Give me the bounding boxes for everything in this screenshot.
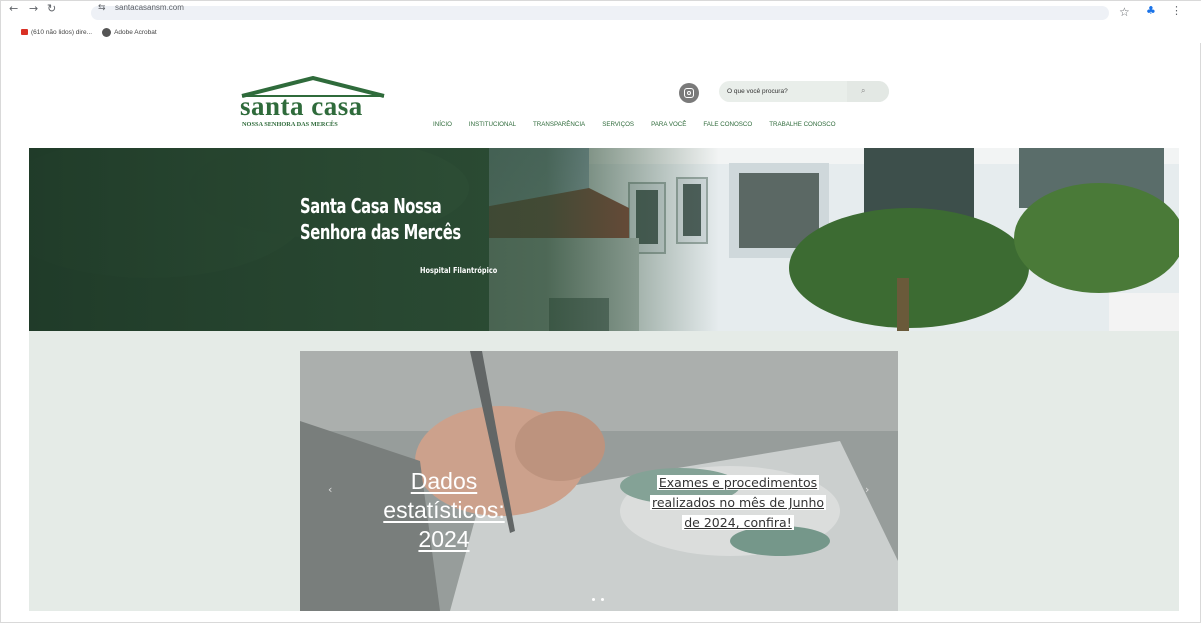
url-text[interactable]: santacasansm.com xyxy=(115,3,184,12)
logo-main-text: santa casa xyxy=(240,91,363,121)
back-button[interactable]: ← xyxy=(9,2,18,15)
slider-prev-arrow[interactable]: ‹ xyxy=(328,483,332,496)
content-section: ‹ › Dados estatísticos: 2024 Exames e pr… xyxy=(29,331,1179,611)
reload-button[interactable]: ↻ xyxy=(47,2,56,15)
slider-next-arrow[interactable]: › xyxy=(865,483,869,496)
bookmark-label: (610 não lidos) dire... xyxy=(31,28,93,36)
nav-item-inicio[interactable]: INÍCIO xyxy=(433,121,452,128)
extension-icon[interactable]: ♣ xyxy=(1146,4,1156,17)
browser-menu-icon[interactable]: ⋮ xyxy=(1171,4,1182,17)
search-icon: ⌕ xyxy=(861,86,866,95)
instagram-icon[interactable] xyxy=(679,83,699,103)
slider-dot[interactable] xyxy=(601,598,604,601)
news-slider: ‹ › Dados estatísticos: 2024 Exames e pr… xyxy=(300,351,898,611)
nav-item-servicos[interactable]: SERVIÇOS xyxy=(602,121,634,128)
forward-button[interactable]: → xyxy=(29,2,38,15)
site-info-icon[interactable]: ⇆ xyxy=(98,3,106,13)
nav-item-fale-conosco[interactable]: FALE CONOSCO xyxy=(703,121,752,128)
site-logo[interactable]: santa casa NOSSA SENHORA DAS MERCÊS xyxy=(240,76,386,136)
slide-description[interactable]: Exames e procedimentos realizados no mês… xyxy=(648,473,828,533)
hero-title: Santa Casa Nossa Senhora das Mercês xyxy=(300,194,461,244)
nav-item-institucional[interactable]: INSTITUCIONAL xyxy=(469,121,516,128)
nav-item-trabalhe-conosco[interactable]: TRABALHE CONOSCO xyxy=(769,121,835,128)
search-input[interactable] xyxy=(727,85,847,98)
address-bar[interactable] xyxy=(91,6,1109,20)
main-nav: INÍCIO INSTITUCIONAL TRANSPARÊNCIA SERVI… xyxy=(433,121,836,128)
search-box: ⌕ xyxy=(719,81,889,102)
hero-subtitle: Hospital Filantrópico xyxy=(420,266,498,275)
slider-dots xyxy=(592,598,604,601)
nav-item-transparencia[interactable]: TRANSPARÊNCIA xyxy=(533,121,585,128)
acrobat-icon xyxy=(102,27,112,37)
gmail-icon xyxy=(21,29,28,35)
logo-subtitle: NOSSA SENHORA DAS MERCÊS xyxy=(242,121,338,128)
bookmarks-bar: (610 não lidos) dire... Adobe Acrobat xyxy=(21,25,157,39)
bookmark-gmail[interactable]: (610 não lidos) dire... xyxy=(21,29,92,36)
bookmark-acrobat[interactable]: Adobe Acrobat xyxy=(102,27,157,37)
browser-toolbar: ← → ↻ ⇆ santacasansm.com ☆ ♣ ⋮ (610 não … xyxy=(1,1,1201,43)
hero-image xyxy=(29,148,1179,331)
hero-text: Santa Casa Nossa Senhora das Mercês Hosp… xyxy=(300,193,600,275)
search-button[interactable]: ⌕ xyxy=(847,81,889,102)
slider-dot[interactable] xyxy=(592,598,595,601)
bookmark-label: Adobe Acrobat xyxy=(114,28,157,36)
hero-banner: Santa Casa Nossa Senhora das Mercês Hosp… xyxy=(29,148,1179,331)
site-header: santa casa NOSSA SENHORA DAS MERCÊS ⌕ IN… xyxy=(29,66,1179,148)
nav-item-para-voce[interactable]: PARA VOCÊ xyxy=(651,121,686,128)
bookmark-star-icon[interactable]: ☆ xyxy=(1119,5,1130,19)
browser-window: ← → ↻ ⇆ santacasansm.com ☆ ♣ ⋮ (610 não … xyxy=(0,0,1201,623)
slide-title[interactable]: Dados estatísticos: 2024 xyxy=(374,467,514,554)
